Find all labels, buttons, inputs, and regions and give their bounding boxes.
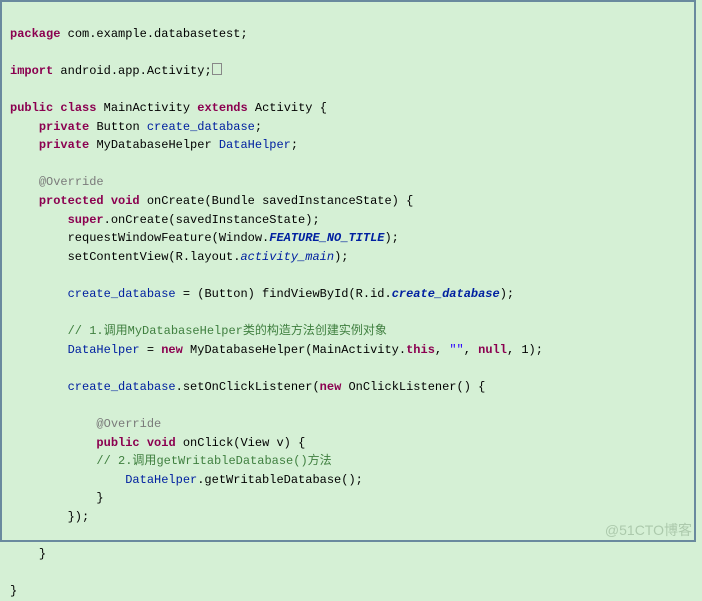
kw-null: null [478,343,507,357]
field-datahelper: DataHelper [219,138,291,152]
field-cdb-use: create_database [68,287,176,301]
setcv-a: setContentView(R.layout. [68,250,241,264]
kw-void: void [111,194,140,208]
empty-string: "" [449,343,463,357]
dh-e: , 1); [507,343,543,357]
kw-new2: new [320,380,342,394]
kw-void2: void [147,436,176,450]
super-class: Activity [255,101,313,115]
open-brace: { [320,101,327,115]
kw-import: import [10,64,53,78]
comment1-a: // 1.调用 [68,324,128,338]
comment1-c: 类的构造方法创建实例对象 [243,324,387,338]
kw-new: new [161,343,183,357]
dh-lhs: DataHelper [68,343,140,357]
dh-c: , [435,343,449,357]
oncreate-sig: onCreate(Bundle savedInstanceState) { [147,194,413,208]
cb3: } [10,584,17,598]
package-name: com.example.databasetest; [68,27,248,41]
semi: ; [255,120,262,134]
annotation-override: @Override [39,175,104,189]
close-anon: }); [68,510,90,524]
type-button: Button [96,120,139,134]
class-name: MainActivity [104,101,190,115]
comment2-b: getWritableDatabase() [156,454,307,468]
cb2: } [39,547,46,561]
type-mydbhelper: MyDatabaseHelper [96,138,211,152]
comment1-b: MyDatabaseHelper [128,324,243,338]
comment2-a: // 2.调用 [96,454,156,468]
kw-protected: protected [39,194,104,208]
onclick-sig: onClick(View v) { [183,436,305,450]
field-create-db: create_database [147,120,255,134]
watermark: @51CTO博客 [605,520,692,540]
kw-super: super [68,213,104,227]
dh-b: MyDatabaseHelper(MainActivity. [183,343,406,357]
semi2: ; [291,138,298,152]
cb1: } [96,491,103,505]
kw-private: private [39,120,89,134]
fvb-b: ); [500,287,514,301]
code-editor: package com.example.databasetest; import… [0,0,696,542]
cdb-listener: create_database [68,380,176,394]
socl-a: .setOnClickListener( [176,380,320,394]
fvb-a: = (Button) findViewById(R.id. [176,287,392,301]
comment2-c: 方法 [308,454,332,468]
kw-private2: private [39,138,89,152]
import-line: android.app.Activity; [60,64,211,78]
dh-d: , [464,343,478,357]
kw-extends: extends [197,101,247,115]
kw-this: this [406,343,435,357]
kw-class: class [60,101,96,115]
reqwin-a: requestWindowFeature(Window. [68,231,270,245]
kw-public: public [10,101,53,115]
dh-a: = [140,343,162,357]
gwd: .getWritableDatabase(); [197,473,363,487]
annotation-override2: @Override [96,417,161,431]
fold-marker-icon [212,63,222,75]
kw-package: package [10,27,60,41]
setcv-b: ); [334,250,348,264]
super-call: .onCreate(savedInstanceState); [104,213,320,227]
socl-b: OnClickListener() { [341,380,485,394]
reqwin-b: ); [384,231,398,245]
rid-create-db: create_database [392,287,500,301]
activity-main: activity_main [240,250,334,264]
kw-public2: public [96,436,139,450]
feature-no-title: FEATURE_NO_TITLE [269,231,384,245]
dh-call: DataHelper [125,473,197,487]
